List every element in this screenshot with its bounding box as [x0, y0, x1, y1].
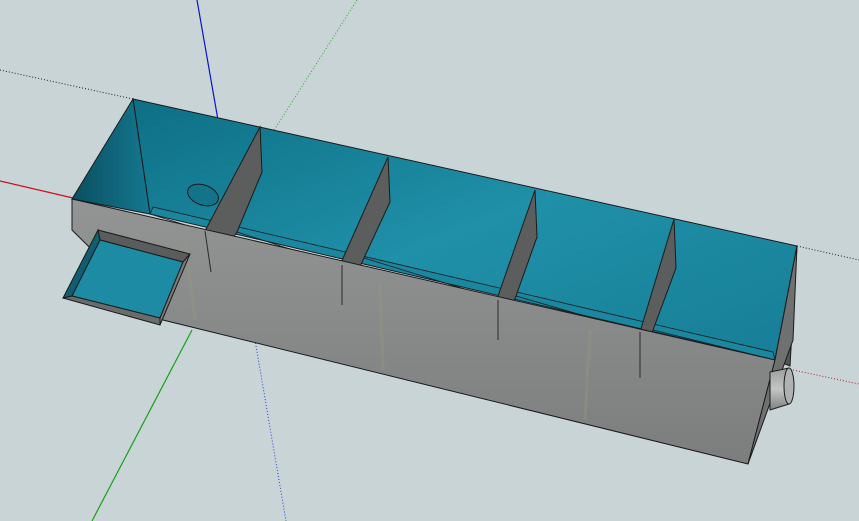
red-axis-dotted — [792, 369, 859, 385]
blue-axis-dotted — [254, 339, 287, 521]
hidden-axis-top-left — [0, 69, 134, 100]
filter-box[interactable] — [71, 97, 798, 465]
outlet-pipe[interactable] — [769, 367, 795, 411]
hidden-axis-right — [796, 245, 859, 261]
red-axis — [0, 180, 74, 199]
outlet-pipe-end — [783, 367, 795, 405]
scene-canvas[interactable] — [0, 0, 859, 521]
3d-viewport[interactable] — [0, 0, 859, 521]
green-axis — [91, 329, 193, 521]
